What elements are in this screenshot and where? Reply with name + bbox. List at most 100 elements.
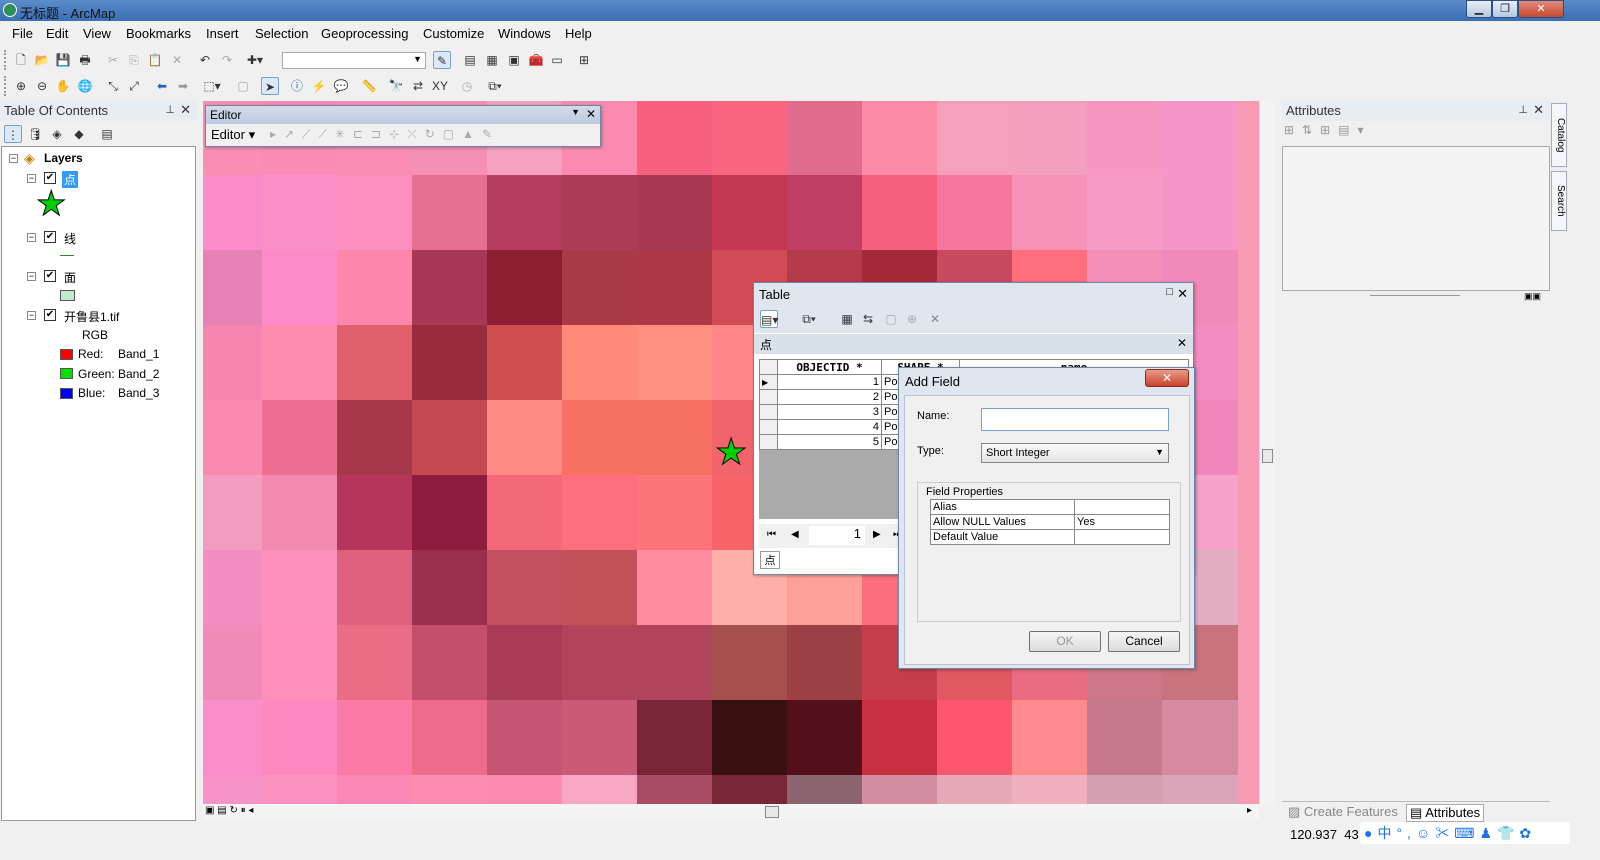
close-button[interactable]: ✕ <box>1518 0 1564 18</box>
list-by-visibility-icon[interactable]: ◈ <box>48 125 66 143</box>
select-features-icon[interactable]: ⬚▾ <box>203 77 221 95</box>
html-popup-icon[interactable]: 💬 <box>332 77 350 95</box>
clear-selection-icon[interactable]: ▢ <box>882 310 900 328</box>
layer-polygon[interactable]: 面 <box>64 269 76 286</box>
find-route-icon[interactable]: ⇄ <box>409 77 427 95</box>
table-options-icon[interactable]: ▤▾ <box>760 310 778 328</box>
collapse-icon[interactable]: − <box>27 174 36 183</box>
toolbar-grip[interactable] <box>4 50 7 70</box>
search-window-icon[interactable]: ▣ <box>505 51 523 69</box>
point-feature-star-icon[interactable]: ★ <box>714 433 747 470</box>
column-header-objectid[interactable]: OBJECTID * <box>777 359 882 375</box>
menu-help[interactable]: Help <box>565 26 592 41</box>
scroll-right-icon[interactable]: ▸ <box>1247 805 1252 816</box>
property-value[interactable]: Yes <box>1074 514 1170 530</box>
zoom-to-selected-icon[interactable]: ⊕ <box>903 310 921 328</box>
copy-icon[interactable]: ⎘ <box>125 51 143 69</box>
list-by-selection-icon[interactable]: ◆ <box>70 125 88 143</box>
redo-icon[interactable]: ↷ <box>218 51 236 69</box>
menu-edit[interactable]: Edit <box>46 26 68 41</box>
attributes-list[interactable] <box>1282 146 1550 291</box>
map-scale-select[interactable]: ▼ <box>282 52 426 69</box>
zoom-out-icon[interactable]: ⊖ <box>33 77 51 95</box>
collapse-icon[interactable]: − <box>27 272 36 281</box>
full-extent-icon[interactable]: 🌐 <box>76 77 94 95</box>
collapse-icon[interactable]: − <box>9 154 18 163</box>
delete-icon[interactable]: ✕ <box>168 51 186 69</box>
next-record-icon[interactable]: ▶ <box>873 529 881 540</box>
field-type-select[interactable]: Short Integer ▼ <box>981 443 1169 463</box>
arctoolbox-icon[interactable]: 🧰 <box>527 51 545 69</box>
fixed-zoom-in-icon[interactable]: ⤡ <box>104 77 122 95</box>
map-horizontal-scrollbar[interactable]: ▣ ▤ ↻ ⏸ ◂ ▸ <box>203 804 1259 820</box>
forward-icon[interactable]: ➡ <box>174 77 192 95</box>
paste-icon[interactable]: 📋 <box>146 51 164 69</box>
layer-checkbox-point[interactable]: ✔ <box>44 172 56 184</box>
menu-file[interactable]: File <box>12 26 33 41</box>
dialog-close-button[interactable]: ✕ <box>1145 369 1189 387</box>
menu-insert[interactable]: Insert <box>206 26 239 41</box>
add-data-icon[interactable]: ✚▾ <box>246 51 264 69</box>
list-by-drawing-order-icon[interactable]: ⋮ <box>4 125 22 143</box>
menu-selection[interactable]: Selection <box>255 26 308 41</box>
menu-customize[interactable]: Customize <box>423 26 484 41</box>
pane-toggle-icon[interactable]: ▣▣ <box>1524 291 1541 302</box>
property-row[interactable]: Alias <box>930 499 1170 515</box>
scroll-thumb[interactable] <box>1262 449 1273 463</box>
property-value[interactable] <box>1074 529 1170 545</box>
catalog-window-icon[interactable]: ▦ <box>483 51 501 69</box>
hscroll-thumb[interactable] <box>765 806 779 818</box>
list-by-source-icon[interactable]: 🛢 <box>26 125 44 143</box>
undo-icon[interactable]: ↶ <box>196 51 214 69</box>
layer-checkbox-line[interactable]: ✔ <box>44 231 56 243</box>
pin-icon[interactable]: ⊥ <box>1518 103 1528 116</box>
editor-title-bar[interactable]: Editor ▼ ✕ <box>206 106 600 124</box>
table-maximize-icon[interactable]: □ <box>1166 286 1173 298</box>
create-features-tab[interactable]: ▨ Create Features <box>1288 804 1398 820</box>
layer-raster[interactable]: 开鲁县1.tif <box>64 308 119 325</box>
minimize-button[interactable]: ▁ <box>1466 0 1492 18</box>
collapse-icon[interactable]: − <box>27 311 36 320</box>
property-row[interactable]: Allow NULL Values Yes <box>930 514 1170 530</box>
print-icon[interactable]: 🖶 <box>76 51 94 69</box>
related-tables-icon[interactable]: ⧉▾ <box>800 310 818 328</box>
measure-icon[interactable]: 📏 <box>360 77 378 95</box>
maximize-button[interactable]: ❐ <box>1492 0 1518 18</box>
table-layer-close-icon[interactable]: ✕ <box>1177 336 1187 350</box>
pin-icon[interactable]: ⊥ <box>165 103 175 116</box>
layout-view-icon[interactable]: ▣ ▤ ↻ ⏸ ◂ <box>205 805 253 816</box>
back-icon[interactable]: ⬅ <box>153 77 171 95</box>
property-value[interactable] <box>1074 499 1170 515</box>
menu-geoprocessing[interactable]: Geoprocessing <box>321 26 408 41</box>
field-name-input[interactable] <box>981 408 1169 431</box>
zoom-in-icon[interactable]: ⊕ <box>12 77 30 95</box>
menu-windows[interactable]: Windows <box>498 26 551 41</box>
save-icon[interactable]: 💾 <box>54 51 72 69</box>
catalog-side-tab[interactable]: Catalog <box>1551 103 1567 167</box>
time-slider-icon[interactable]: ◷ <box>458 77 476 95</box>
options-icon[interactable]: ▤ <box>98 125 116 143</box>
select-elements-icon[interactable]: ➤ <box>261 77 279 95</box>
search-side-tab[interactable]: Search <box>1551 171 1567 231</box>
select-by-attributes-icon[interactable]: ▦ <box>838 310 856 328</box>
find-icon[interactable]: 🔭 <box>387 77 405 95</box>
editor-toolbar-icon[interactable]: ✎ <box>433 51 451 69</box>
table-title-bar[interactable]: Table □ ✕ <box>754 283 1193 305</box>
collapse-icon[interactable]: − <box>27 233 36 242</box>
attributes-tab[interactable]: ▤ Attributes <box>1406 804 1485 822</box>
menu-bookmarks[interactable]: Bookmarks <box>126 26 191 41</box>
current-record-field[interactable]: 1 <box>809 526 865 545</box>
editor-close-icon[interactable]: ✕ <box>586 107 596 121</box>
editor-menu[interactable]: Editor ▾ <box>211 127 255 143</box>
layer-checkbox-polygon[interactable]: ✔ <box>44 270 56 282</box>
switch-selection-icon[interactable]: ⇆ <box>859 310 877 328</box>
cut-icon[interactable]: ✂ <box>104 51 122 69</box>
layer-line[interactable]: 线 <box>64 230 76 247</box>
map-vertical-scrollbar[interactable] <box>1259 101 1274 804</box>
property-row[interactable]: Default Value <box>930 529 1170 545</box>
first-record-icon[interactable]: ⏮ <box>767 529 776 540</box>
menu-view[interactable]: View <box>83 26 111 41</box>
clear-selection-icon[interactable]: ▢ <box>234 77 252 95</box>
data-frame-layers[interactable]: Layers <box>44 151 83 165</box>
delete-selected-icon[interactable]: ✕ <box>926 310 944 328</box>
